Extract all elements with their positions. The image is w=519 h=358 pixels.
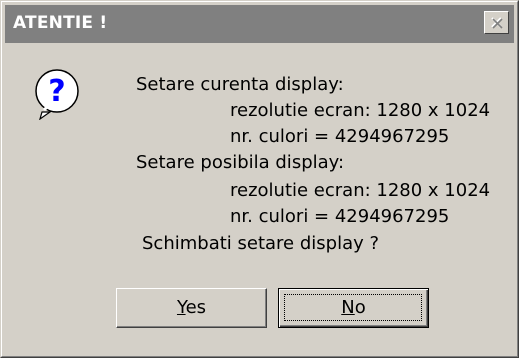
dialog-frame: ATENTIE ! ? Setare curenta display: rezo… [1,1,518,357]
message-line-6: nr. culori = 4294967295 [230,206,450,227]
message-line-1: Setare curenta display: [136,74,344,95]
message-line-3: nr. culori = 4294967295 [230,126,450,147]
window-title: ATENTIE ! [13,13,108,33]
no-label-rest: o [354,297,366,318]
close-icon [491,17,503,29]
message-line-2: rezolutie ecran: 1280 x 1024 [230,100,491,121]
yes-button[interactable]: Yes [116,288,267,328]
yes-label-rest: es [185,297,207,318]
message-question: Schimbati setare display ? [142,233,380,254]
no-button-label: No [341,297,365,318]
no-button[interactable]: No [278,288,429,328]
yes-button-label: Yes [177,297,206,318]
no-accelerator: N [341,297,355,318]
message-line-5: rezolutie ecran: 1280 x 1024 [230,180,491,201]
close-button[interactable] [484,11,509,34]
question-icon: ? [35,69,79,120]
yes-accelerator: Y [176,297,186,318]
dialog-window: ATENTIE ! ? Setare curenta display: rezo… [0,0,519,358]
message-line-4: Setare posibila display: [136,152,345,173]
svg-text:?: ? [48,74,65,109]
title-bar[interactable]: ATENTIE ! [5,5,514,43]
